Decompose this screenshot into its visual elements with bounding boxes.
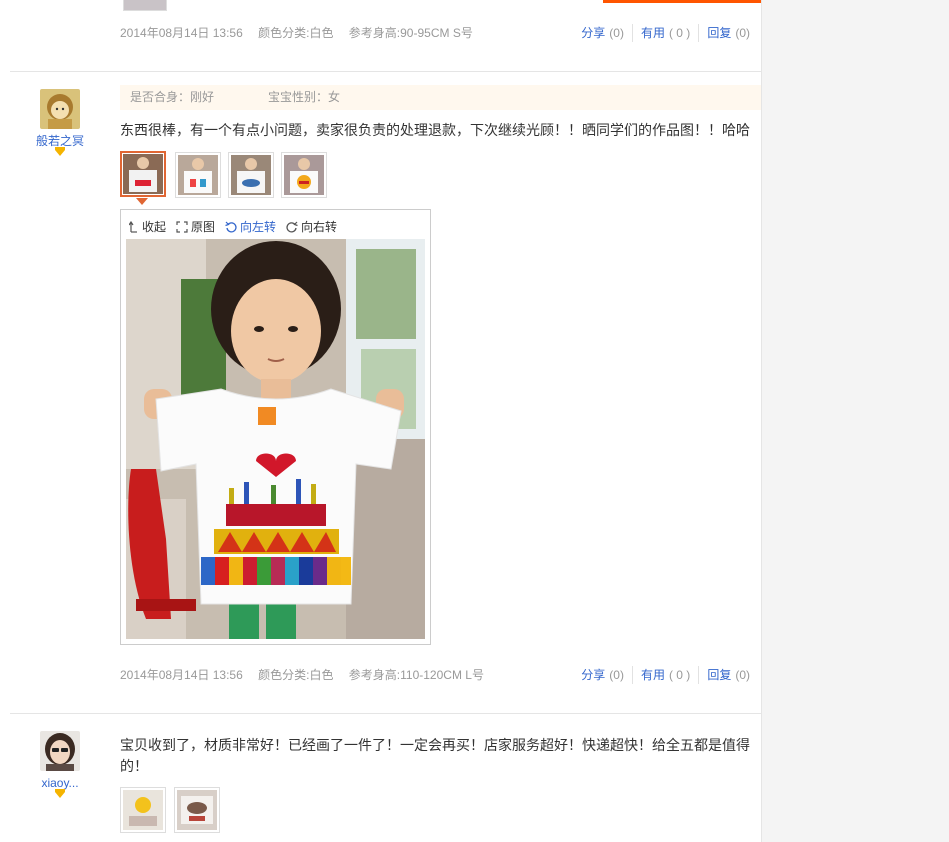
- review-photo-image: [126, 239, 425, 639]
- member-level-icon: [55, 789, 65, 798]
- review-photo-thumbnail[interactable]: [120, 151, 166, 197]
- review-photo-thumbnail[interactable]: [174, 787, 220, 833]
- rotate-right-icon: [286, 221, 298, 233]
- reply-button[interactable]: 回复 (0): [707, 23, 750, 43]
- review-date: 2014年08月14日 13:56: [120, 26, 243, 40]
- rotate-left-icon: [225, 221, 237, 233]
- rotate-left-button[interactable]: 向左转: [225, 218, 276, 236]
- reviewer-name[interactable]: xiaoy...: [30, 776, 90, 790]
- photo-thumbnail-image: [123, 154, 163, 194]
- review-meta-row: 2014年08月14日 13:56 颜色分类:白色 参考身高:90-95CM S…: [120, 23, 750, 43]
- photo-thumbnail-image: [178, 155, 218, 195]
- viewer-toolbar: 收起 原图 向左转 向右转: [129, 218, 337, 236]
- reviewer-name[interactable]: 般若之冥: [30, 134, 90, 148]
- gender-attribute: 宝宝性别：女: [268, 90, 341, 104]
- review-photo-thumbnail[interactable]: [120, 787, 166, 833]
- review-height: 参考身高:110-120CM L号: [348, 668, 484, 682]
- reply-button[interactable]: 回复 (0): [707, 665, 750, 685]
- photo-viewer: 收起 原图 向左转 向右转: [120, 209, 431, 645]
- review-divider: [10, 71, 761, 72]
- product-attributes: 是否合身：刚好 宝宝性别：女: [120, 85, 761, 110]
- previous-review-thumbnail[interactable]: [123, 0, 167, 11]
- collapse-button[interactable]: 收起: [129, 218, 166, 236]
- photo-thumbnail-image: [123, 790, 163, 830]
- useful-button[interactable]: 有用( 0 ): [641, 23, 690, 43]
- share-button[interactable]: 分享 (0): [581, 665, 624, 685]
- photo-thumbnail-image: [284, 155, 324, 195]
- expand-icon: [176, 221, 188, 233]
- review-date: 2014年08月14日 13:56: [120, 668, 243, 682]
- share-button[interactable]: 分享 (0): [581, 23, 624, 43]
- original-image-button[interactable]: 原图: [176, 218, 215, 236]
- fit-attribute: 是否合身：刚好: [130, 90, 215, 104]
- photo-thumbnail-image: [231, 155, 271, 195]
- reviewer: 般若之冥: [30, 89, 90, 156]
- photo-thumbnail-image: [177, 790, 217, 830]
- review-photo-thumbnail[interactable]: [228, 152, 274, 198]
- divider: [698, 24, 700, 42]
- useful-button[interactable]: 有用( 0 ): [641, 665, 690, 685]
- avatar[interactable]: [40, 731, 80, 771]
- review-color: 颜色分类:白色: [258, 26, 334, 40]
- review-photo-thumbnail[interactable]: [175, 152, 221, 198]
- avatar[interactable]: [40, 89, 80, 129]
- review-text: 东西很棒，有一个有点小问题，卖家很负责的处理退款，下次继续光顾！！晒同学们的作品…: [120, 122, 750, 138]
- divider: [698, 666, 700, 684]
- review-text: 宝贝收到了，材质非常好！已经画了一件了！一定会再买！店家服务超好！快递超快！给全…: [120, 737, 750, 774]
- divider: [631, 666, 633, 684]
- review-meta-row: 2014年08月14日 13:56 颜色分类:白色 参考身高:110-120CM…: [120, 665, 750, 685]
- review-color: 颜色分类:白色: [258, 668, 334, 682]
- divider: [631, 24, 633, 42]
- review-height: 参考身高:90-95CM S号: [348, 26, 473, 40]
- review-photo-thumbnail[interactable]: [281, 152, 327, 198]
- review-divider: [10, 713, 761, 714]
- active-tab-indicator: [603, 0, 761, 3]
- member-level-icon: [55, 147, 65, 156]
- active-thumbnail-arrow: [136, 198, 148, 205]
- review-list: 2014年08月14日 13:56 颜色分类:白色 参考身高:90-95CM S…: [0, 0, 761, 842]
- right-sidebar: [761, 0, 949, 842]
- rotate-right-button[interactable]: 向右转: [286, 218, 337, 236]
- review-photo-large[interactable]: [126, 239, 425, 639]
- reviewer: xiaoy...: [30, 731, 90, 798]
- collapse-icon: [129, 221, 137, 233]
